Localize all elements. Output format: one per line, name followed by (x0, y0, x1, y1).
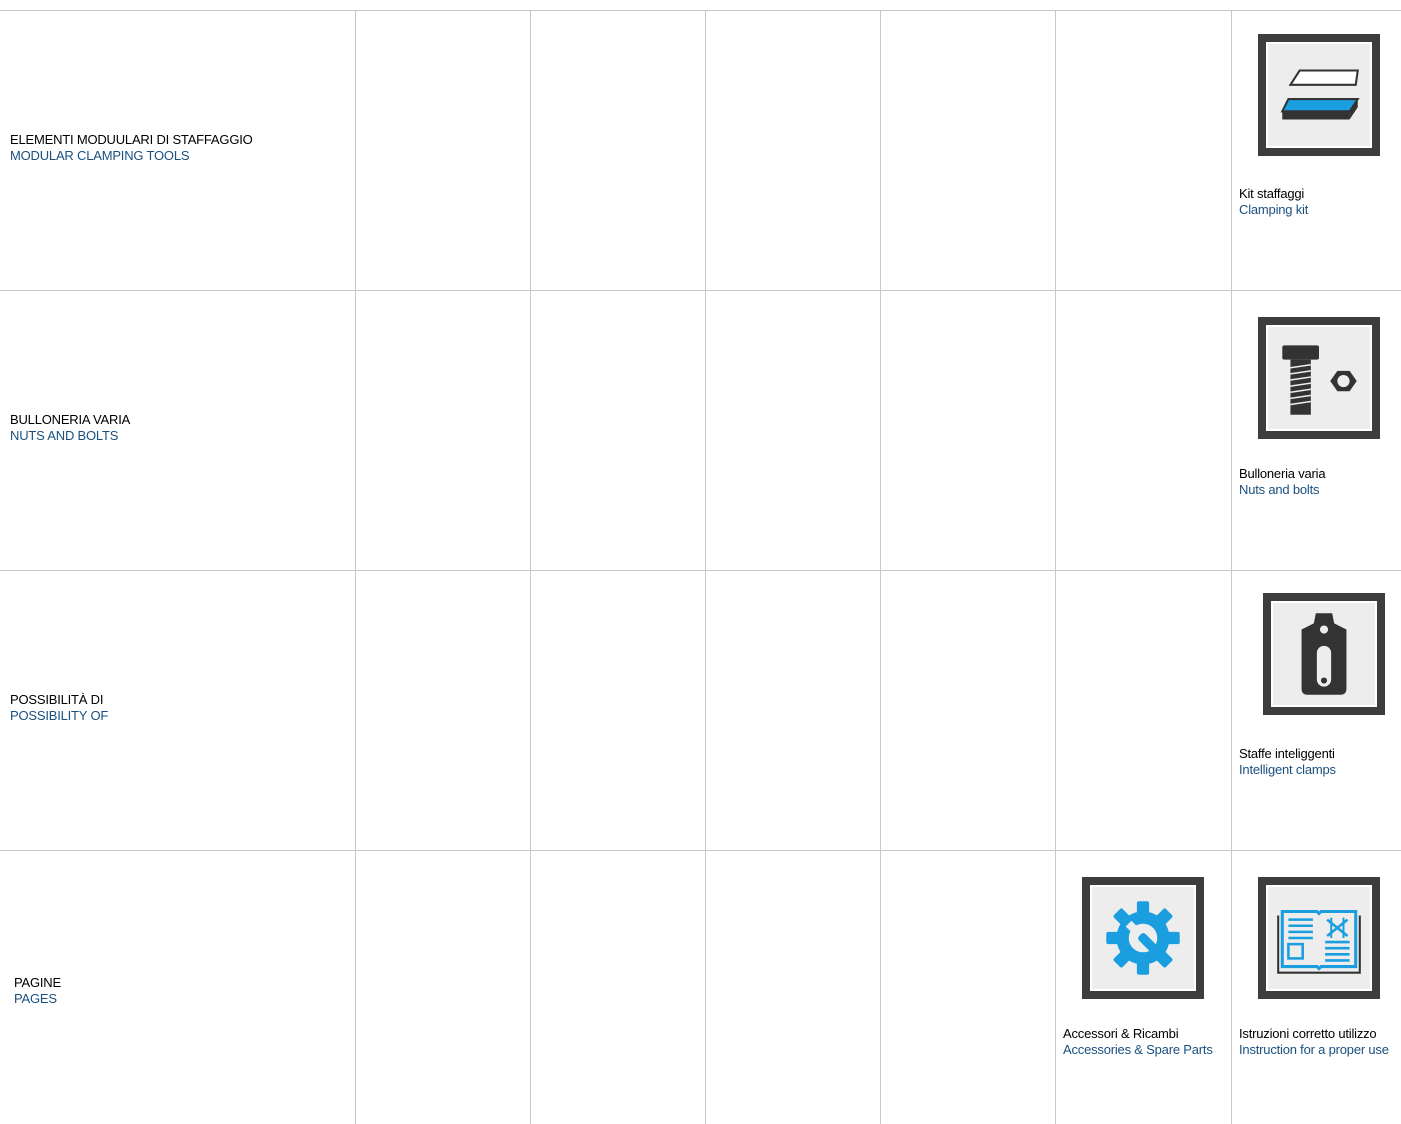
column-divider-3 (705, 10, 706, 1124)
gear-wrench-icon (1106, 901, 1180, 975)
clamping-kit-icon (1280, 69, 1360, 120)
intelligent-clamp-caption: Staffe inteliggenti Intelligent clamps (1239, 746, 1336, 778)
accessories-label-it: Accessori & Ricambi (1063, 1026, 1179, 1041)
instructions-tile[interactable] (1258, 877, 1380, 999)
category-label: BULLONERIA VARIA NUTS AND BOLTS (10, 412, 130, 444)
category-label-en: MODULAR CLAMPING TOOLS (10, 148, 190, 163)
category-label-it: PAGINE (14, 975, 61, 990)
row-divider-top (0, 10, 1401, 11)
column-divider-6 (1231, 10, 1232, 1124)
category-label-it: POSSIBILITÀ DI (10, 692, 104, 707)
manual-book-icon (1277, 909, 1361, 974)
clamping-kit-caption: Kit staffaggi Clamping kit (1239, 186, 1308, 218)
clamping-kit-label-en: Clamping kit (1239, 202, 1309, 217)
row-divider-1 (0, 290, 1401, 291)
category-label-en: NUTS AND BOLTS (10, 428, 119, 443)
category-label-it: BULLONERIA VARIA (10, 412, 131, 427)
intelligent-clamp-tile[interactable] (1263, 593, 1385, 715)
row-divider-2 (0, 570, 1401, 571)
accessories-caption: Accessori & Ricambi Accessories & Spare … (1063, 1026, 1213, 1058)
category-label-it: ELEMENTI MODUULARI DI STAFFAGGIO (10, 132, 253, 147)
bolt-nut-icon (1282, 345, 1357, 415)
category-label-en: POSSIBILITY OF (10, 708, 109, 723)
column-divider-4 (880, 10, 881, 1124)
clamping-kit-label-it: Kit staffaggi (1239, 186, 1305, 201)
category-label: POSSIBILITÀ DI POSSIBILITY OF (10, 692, 108, 724)
bolt-nut-caption: Bulloneria varia Nuts and bolts (1239, 466, 1326, 498)
intelligent-clamp-label-en: Intelligent clamps (1239, 762, 1336, 777)
category-label: ELEMENTI MODUULARI DI STAFFAGGIO MODULAR… (10, 132, 253, 164)
accessories-label-en: Accessories & Spare Parts (1063, 1042, 1213, 1057)
intelligent-clamp-icon (1301, 613, 1347, 695)
accessories-tile[interactable] (1082, 877, 1204, 999)
clamping-kit-tile[interactable] (1258, 34, 1380, 156)
column-divider-1 (355, 10, 356, 1124)
column-divider-5 (1055, 10, 1056, 1124)
intelligent-clamp-label-it: Staffe inteliggenti (1239, 746, 1335, 761)
column-divider-2 (530, 10, 531, 1124)
category-label: PAGINE PAGES (14, 975, 61, 1007)
bolt-nut-tile[interactable] (1258, 317, 1380, 439)
instructions-caption: Istruzioni corretto utilizzo Instruction… (1239, 1026, 1389, 1058)
bolt-nut-label-en: Nuts and bolts (1239, 482, 1320, 497)
bolt-nut-label-it: Bulloneria varia (1239, 466, 1326, 481)
category-label-en: PAGES (14, 991, 57, 1006)
instructions-label-en: Instruction for a proper use (1239, 1042, 1389, 1057)
row-divider-3 (0, 850, 1401, 851)
instructions-label-it: Istruzioni corretto utilizzo (1239, 1026, 1377, 1041)
